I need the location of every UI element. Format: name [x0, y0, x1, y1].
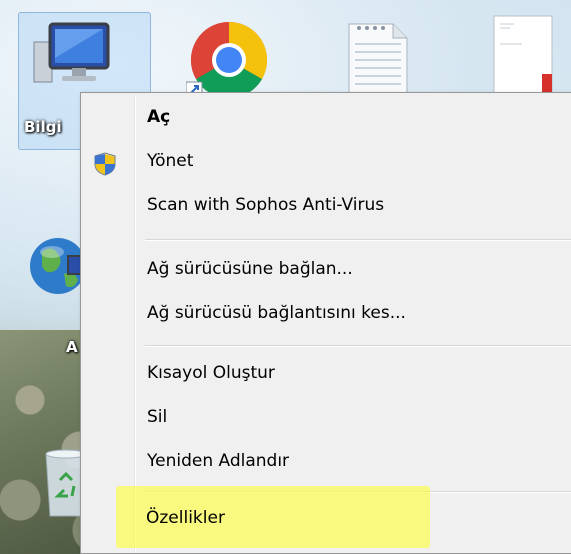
document-icon[interactable] [490, 14, 556, 96]
menu-item-label: Yönet [147, 151, 194, 171]
computer-icon-label[interactable]: Bilgi [24, 118, 62, 136]
menu-item-scan-sophos[interactable]: Scan with Sophos Anti-Virus [83, 183, 571, 227]
menu-item-label: Ağ sürücüsüne bağlan... [147, 259, 353, 279]
menu-item-delete[interactable]: Sil [83, 395, 571, 439]
menu-item-label: Yeniden Adlandır [147, 451, 290, 471]
menu-item-label: Sil [147, 407, 168, 427]
menu-item-label: Ağ sürücüsü bağlantısını kes... [147, 303, 406, 323]
menu-item-label: Scan with Sophos Anti-Virus [147, 195, 385, 215]
menu-item-label: Kısayol Oluştur [147, 363, 275, 383]
menu-item-label: Özellikler [146, 508, 225, 528]
menu-separator [145, 345, 571, 347]
context-menu: Aç Yönet Scan with Sophos Anti-Virus Ağ … [80, 92, 571, 554]
menu-item-label: Aç [147, 107, 171, 127]
menu-item-map-network-drive[interactable]: Ağ sürücüsüne bağlan... [83, 247, 571, 291]
computer-icon[interactable] [30, 20, 114, 90]
menu-item-manage[interactable]: Yönet [83, 139, 571, 183]
menu-item-create-shortcut[interactable]: Kısayol Oluştur [83, 351, 571, 395]
desktop-screen: Bilgi A Aç Yönet Scan with Sophos Anti-V… [0, 0, 571, 554]
network-icon-label[interactable]: A [66, 338, 78, 356]
notepad-icon[interactable] [345, 20, 411, 98]
shield-icon [93, 149, 117, 176]
menu-separator [145, 239, 571, 241]
menu-item-disconnect-network-drive[interactable]: Ağ sürücüsü bağlantısını kes... [83, 291, 571, 335]
menu-item-open[interactable]: Aç [83, 95, 571, 139]
menu-item-properties[interactable]: Özellikler [82, 496, 571, 540]
menu-item-rename[interactable]: Yeniden Adlandır [83, 439, 571, 483]
